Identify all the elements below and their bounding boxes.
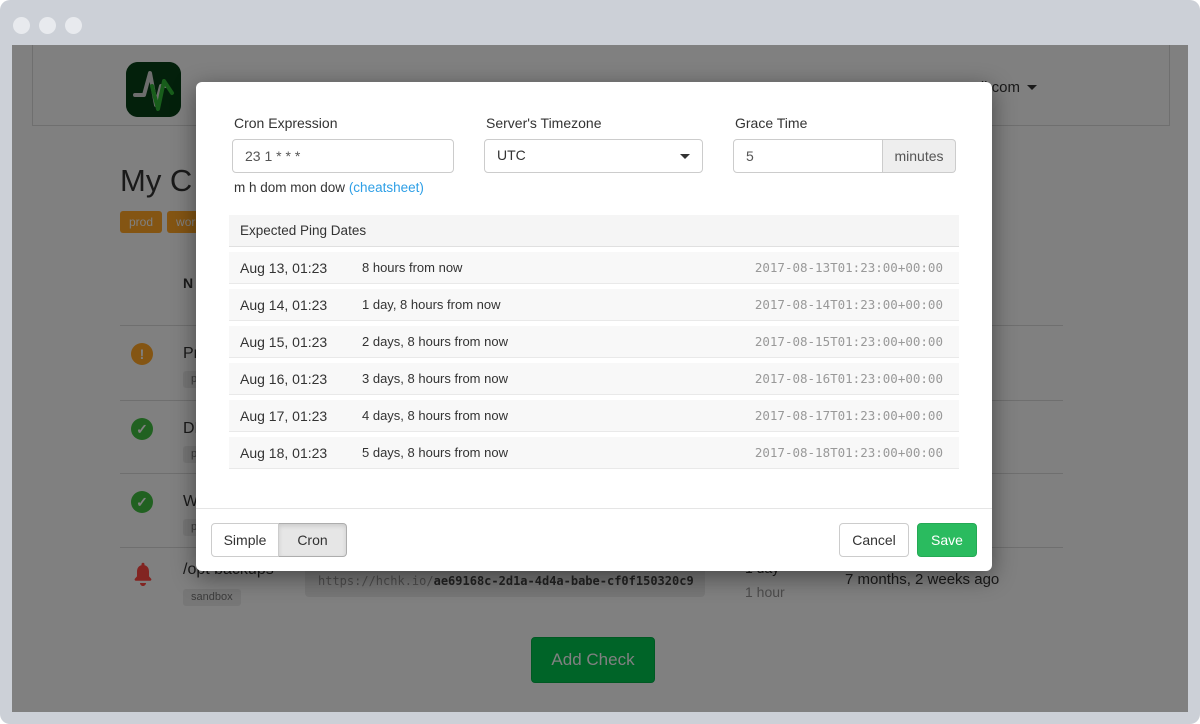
ping-relative-time: 5 days, 8 hours from now (362, 445, 755, 460)
ping-iso-timestamp: 2017-08-14T01:23:00+00:00 (755, 297, 959, 312)
ping-iso-timestamp: 2017-08-18T01:23:00+00:00 (755, 445, 959, 460)
chevron-down-icon (1027, 85, 1037, 90)
alert-bell-icon (131, 562, 155, 586)
simple-mode-button[interactable]: Simple (211, 523, 279, 557)
grace-time-label: Grace Time (735, 115, 956, 131)
ping-date: Aug 15, 01:23 (229, 334, 362, 350)
chevron-down-icon (680, 154, 690, 159)
status-up-icon: ✓ (131, 491, 153, 513)
check-grace: 1 hour (745, 584, 785, 600)
ping-iso-timestamp: 2017-08-17T01:23:00+00:00 (755, 408, 959, 423)
save-button[interactable]: Save (917, 523, 977, 557)
status-up-icon: ✓ (131, 418, 153, 440)
ping-date: Aug 17, 01:23 (229, 408, 362, 424)
ping-date-row: Aug 14, 01:23 1 day, 8 hours from now 20… (229, 289, 959, 321)
ping-date: Aug 18, 01:23 (229, 445, 362, 461)
timezone-label: Server's Timezone (486, 115, 703, 131)
ping-date-row: Aug 13, 01:23 8 hours from now 2017-08-1… (229, 252, 959, 284)
ping-relative-time: 8 hours from now (362, 260, 755, 275)
cheatsheet-link[interactable]: (cheatsheet) (349, 180, 424, 195)
ping-date-row: Aug 17, 01:23 4 days, 8 hours from now 2… (229, 400, 959, 432)
cron-mode-button[interactable]: Cron (279, 523, 347, 557)
ping-date-row: Aug 16, 01:23 3 days, 8 hours from now 2… (229, 363, 959, 395)
timezone-selected-value: UTC (497, 147, 526, 163)
checks-table-name-header: N (183, 275, 193, 291)
ping-date: Aug 14, 01:23 (229, 297, 362, 313)
healthchecks-logo-icon[interactable] (126, 62, 181, 117)
ping-date: Aug 16, 01:23 (229, 371, 362, 387)
page-title: My C (120, 163, 192, 199)
ping-table-header: Expected Ping Dates (229, 215, 959, 247)
schedule-mode-toggle: Simple Cron (211, 523, 347, 557)
grace-time-input[interactable] (733, 139, 883, 173)
ping-relative-time: 4 days, 8 hours from now (362, 408, 755, 423)
ping-date: Aug 13, 01:23 (229, 260, 362, 276)
browser-window: ail.com My C prod work N ! Pr pr ✓ DE pr (0, 0, 1200, 724)
window-minimize-button[interactable] (39, 17, 56, 34)
page-viewport: ail.com My C prod work N ! Pr pr ✓ DE pr (12, 45, 1188, 712)
modal-fields-row: Cron Expression Server's Timezone UTC Gr… (232, 115, 956, 173)
cron-schedule-modal: Cron Expression Server's Timezone UTC Gr… (196, 82, 992, 571)
last-ping-time: 7 months, 2 weeks ago (845, 571, 999, 588)
modal-footer: Simple Cron Cancel Save (196, 508, 992, 571)
ping-url-prefix: https://hchk.io/ (318, 574, 434, 588)
cron-help-fields: m h dom mon dow (234, 180, 345, 195)
cancel-button[interactable]: Cancel (839, 523, 909, 557)
status-grace-icon: ! (131, 343, 153, 365)
ping-relative-time: 3 days, 8 hours from now (362, 371, 755, 386)
tag-filter-prod[interactable]: prod (120, 211, 162, 233)
grace-time-unit-addon: minutes (883, 139, 956, 173)
ping-iso-timestamp: 2017-08-15T01:23:00+00:00 (755, 334, 959, 349)
window-maximize-button[interactable] (65, 17, 82, 34)
ping-iso-timestamp: 2017-08-16T01:23:00+00:00 (755, 371, 959, 386)
ping-iso-timestamp: 2017-08-13T01:23:00+00:00 (755, 260, 959, 275)
window-titlebar (0, 0, 1200, 45)
add-check-button[interactable]: Add Check (531, 637, 655, 683)
ping-date-row: Aug 18, 01:23 5 days, 8 hours from now 2… (229, 437, 959, 469)
ping-relative-time: 2 days, 8 hours from now (362, 334, 755, 349)
expected-ping-dates-table: Expected Ping Dates Aug 13, 01:23 8 hour… (229, 215, 959, 469)
cron-expression-input[interactable] (232, 139, 454, 173)
ping-url-uuid: ae69168c-2d1a-4d4a-babe-cf0f150320c9 (434, 574, 694, 588)
check-tag-badge: sandbox (183, 589, 241, 606)
timezone-select[interactable]: UTC (484, 139, 703, 173)
cron-expression-label: Cron Expression (234, 115, 454, 131)
ping-date-row: Aug 15, 01:23 2 days, 8 hours from now 2… (229, 326, 959, 358)
window-close-button[interactable] (13, 17, 30, 34)
cron-help-text: m h dom mon dow (cheatsheet) (234, 180, 424, 195)
ping-relative-time: 1 day, 8 hours from now (362, 297, 755, 312)
